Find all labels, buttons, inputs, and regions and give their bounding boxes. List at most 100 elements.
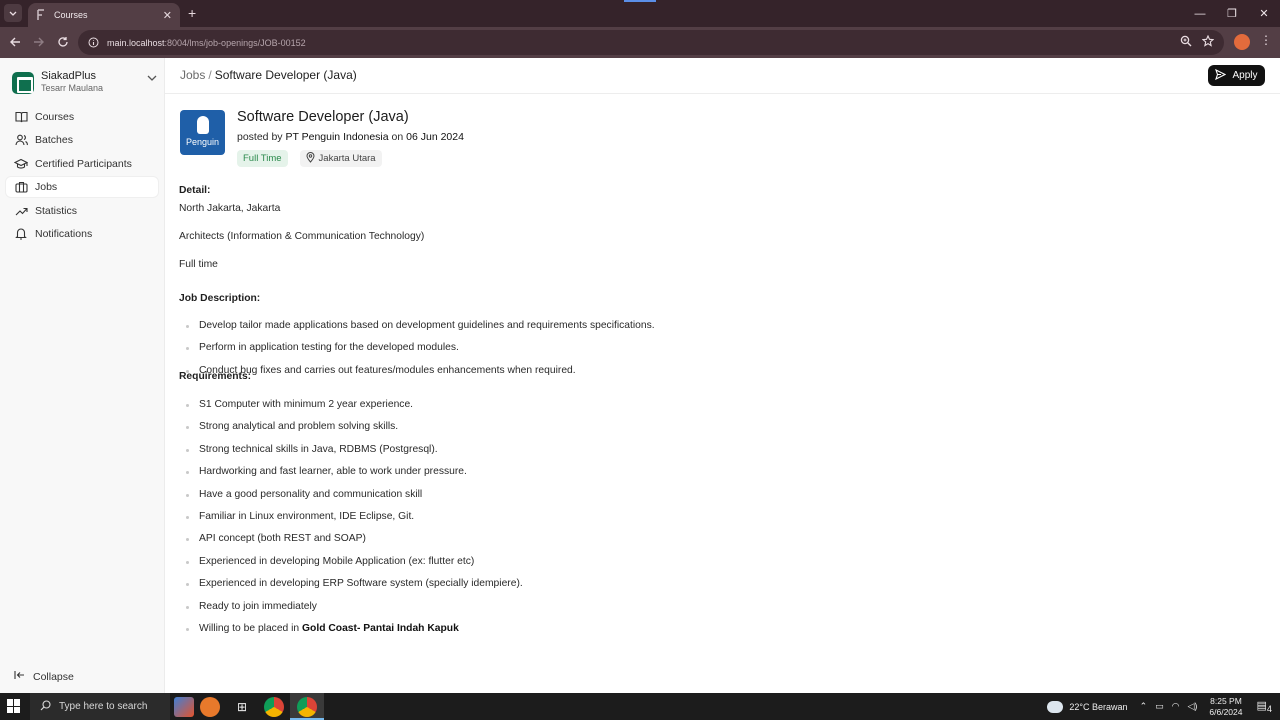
clock-date: 6/6/2024	[1209, 706, 1243, 717]
list-item: Strong technical skills in Java, RDBMS (…	[179, 444, 1269, 466]
sidebar-item-label: Certified Participants	[35, 157, 132, 170]
chrome-profile-icon[interactable]	[297, 697, 317, 717]
tab-close-icon[interactable]: ✕	[163, 9, 172, 22]
send-icon	[1215, 68, 1227, 83]
new-tab-button[interactable]: +	[188, 5, 196, 21]
tab-title: Courses	[54, 10, 88, 20]
detail-heading: Detail:	[179, 185, 211, 196]
sidebar-item-notifications[interactable]: Notifications	[6, 224, 158, 244]
sidebar-item-jobs[interactable]: Jobs	[6, 177, 158, 198]
briefcase-icon	[14, 180, 28, 194]
search-placeholder: Type here to search	[59, 701, 148, 712]
breadcrumb-current: Software Developer (Java)	[214, 68, 357, 82]
collapse-label: Collapse	[33, 670, 74, 683]
graduation-cap-icon	[14, 157, 28, 171]
sidebar-item-courses[interactable]: Courses	[6, 107, 158, 127]
requirement-location: Gold Coast- Pantai Indah Kapuk	[302, 622, 459, 634]
browser-tab-courses[interactable]: Courses ✕	[28, 3, 180, 27]
detail-location: North Jakarta, Jakarta	[179, 203, 281, 214]
sidebar-item-label: Courses	[35, 111, 75, 123]
job-type-badge: Full Time	[237, 150, 288, 167]
location-badge: Jakarta Utara	[299, 150, 382, 167]
users-icon	[14, 133, 28, 147]
list-item: Perform in application testing for the d…	[179, 342, 1269, 364]
browser-toolbar: main.localhost:8004/lms/job-openings/JOB…	[0, 27, 1280, 58]
brand-switcher[interactable]: SiakadPlus Tesarr Maulana	[12, 70, 157, 96]
list-item: Hardworking and fast learner, able to wo…	[179, 466, 1269, 488]
bookmark-star-icon[interactable]	[1202, 35, 1214, 47]
sidebar-item-statistics[interactable]: Statistics	[6, 201, 158, 221]
task-view-icon[interactable]: ⊞	[232, 697, 252, 717]
address-url: main.localhost:8004/lms/job-openings/JOB…	[107, 38, 306, 48]
list-item: Willing to be placed in Gold Coast- Pant…	[179, 623, 1269, 645]
restore-button[interactable]: ❐	[1216, 0, 1248, 27]
apply-button[interactable]: Apply	[1208, 65, 1265, 86]
sidebar-item-batches[interactable]: Batches	[6, 130, 158, 150]
basketball-icon[interactable]	[200, 697, 220, 717]
chevron-down-icon	[9, 11, 17, 16]
notification-count: 4	[1266, 704, 1272, 715]
list-item: Ready to join immediately	[179, 601, 1269, 623]
reload-icon	[58, 37, 68, 47]
close-window-button[interactable]: ✕	[1248, 0, 1280, 27]
book-icon	[14, 110, 28, 124]
detail-category: Architects (Information & Communication …	[179, 231, 425, 242]
location-label: Jakarta Utara	[318, 153, 376, 164]
chrome-icon[interactable]	[264, 697, 284, 717]
cloud-icon	[1047, 700, 1064, 713]
chevron-down-icon	[147, 75, 157, 81]
weather-widget[interactable]: 22°C Berawan	[1047, 700, 1128, 713]
tray-icons: ⌃ ▭ ◠ ◁)	[1140, 701, 1198, 712]
address-bar[interactable]: main.localhost:8004/lms/job-openings/JOB…	[78, 30, 1224, 55]
list-item: Experienced in developing ERP Software s…	[179, 578, 1269, 600]
taskbar-search[interactable]: Type here to search	[30, 693, 170, 720]
breadcrumb-separator: /	[208, 68, 212, 82]
company-logo-text: Penguin	[185, 137, 220, 147]
posted-by-line: posted by PT Penguin Indonesia on 06 Jun…	[237, 131, 464, 143]
description-heading: Job Description:	[179, 293, 261, 304]
os-taskbar: Type here to search ⊞ 22°C Berawan ⌃ ▭ ◠…	[0, 693, 1280, 720]
list-item: API concept (both REST and SOAP)	[179, 533, 1269, 555]
company-name: PT Penguin Indonesia	[285, 131, 389, 143]
clock-time: 8:25 PM	[1210, 695, 1242, 706]
battery-icon[interactable]: ▭	[1155, 701, 1164, 712]
sidebar-item-certified-participants[interactable]: Certified Participants	[6, 154, 158, 174]
browser-tabstrip: Courses ✕ + — ❐ ✕	[0, 0, 1280, 27]
widgets-icon[interactable]	[174, 697, 194, 717]
description-list: Develop tailor made applications based o…	[179, 320, 1269, 376]
list-item: S1 Computer with minimum 2 year experien…	[179, 399, 1269, 421]
brand-logo-icon	[12, 72, 34, 94]
breadcrumb-jobs[interactable]: Jobs	[180, 68, 205, 82]
volume-icon[interactable]: ◁)	[1187, 701, 1197, 712]
breadcrumb: Jobs / Software Developer (Java)	[180, 68, 357, 82]
apply-label: Apply	[1232, 70, 1258, 81]
chevron-up-icon[interactable]: ⌃	[1140, 701, 1148, 712]
sidebar-item-label: Notifications	[35, 227, 93, 240]
zoom-icon[interactable]	[1180, 35, 1192, 47]
browser-menu-icon[interactable]: ⋮	[1260, 33, 1272, 47]
sidebar-item-label: Statistics	[35, 204, 78, 217]
main-content: Jobs / Software Developer (Java) Apply Pen…	[165, 58, 1280, 693]
back-button[interactable]	[7, 34, 23, 50]
reload-button[interactable]	[55, 34, 71, 50]
profile-avatar[interactable]	[1234, 34, 1250, 50]
job-tags: Full Time Jakarta Utara	[237, 150, 382, 167]
list-item: Experienced in developing Mobile Applica…	[179, 556, 1269, 578]
forward-button[interactable]	[31, 34, 47, 50]
notification-center-icon[interactable]: ▤4	[1257, 699, 1273, 714]
brand-name: SiakadPlus	[41, 70, 97, 82]
bell-icon	[14, 227, 28, 241]
clock[interactable]: 8:25 PM 6/6/2024	[1209, 696, 1242, 718]
tab-search-button[interactable]	[4, 4, 22, 22]
trending-up-icon	[14, 204, 28, 218]
map-pin-icon	[306, 151, 315, 166]
sidebar-nav: Courses Batches Certified Participants J…	[6, 107, 158, 247]
windows-start-icon[interactable]	[7, 699, 21, 713]
url-path: :8004/lms/job-openings/JOB-00152	[164, 37, 306, 48]
list-item: Develop tailor made applications based o…	[179, 320, 1269, 342]
collapse-button[interactable]: Collapse	[14, 670, 74, 683]
wifi-icon[interactable]: ◠	[1172, 701, 1180, 712]
site-info-icon	[88, 37, 99, 48]
minimize-button[interactable]: —	[1184, 0, 1216, 27]
posted-on: on	[391, 131, 404, 143]
